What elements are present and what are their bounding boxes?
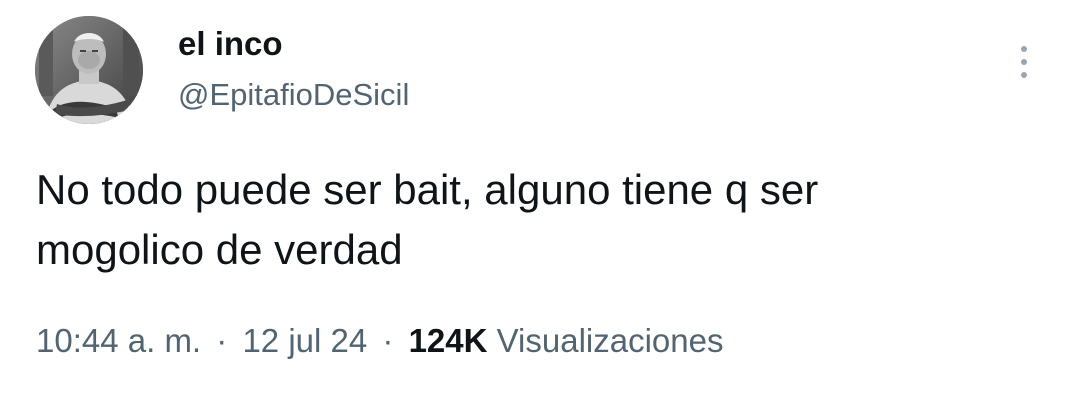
author-handle[interactable]: @EpitafioDeSicil: [178, 75, 409, 115]
avatar[interactable]: [35, 16, 143, 124]
tweet-text-line: mogolico de verdad: [36, 226, 403, 273]
tweet-text-line: No todo puede ser bait, alguno tiene q s…: [36, 166, 819, 213]
more-options-button[interactable]: [1008, 38, 1040, 86]
author-display-name[interactable]: el inco: [178, 24, 283, 64]
views-count: 124K: [408, 322, 488, 359]
tweet-meta: 10:44 a. m. · 12 jul 24 · 124K Visualiza…: [36, 318, 723, 364]
tweet-date[interactable]: 12 jul 24: [242, 322, 367, 359]
meta-separator: ·: [216, 322, 228, 359]
meta-separator: ·: [382, 322, 394, 359]
more-vertical-icon-dot: [1021, 72, 1027, 78]
tweet-text: No todo puede ser bait, alguno tiene q s…: [36, 160, 1046, 280]
avatar-image: [35, 16, 143, 124]
more-vertical-icon-dot: [1021, 59, 1027, 65]
tweet-card: el inco @EpitafioDeSicil No todo puede s…: [0, 0, 1080, 397]
views-label: Visualizaciones: [496, 322, 724, 359]
more-vertical-icon: [1021, 46, 1027, 52]
tweet-time[interactable]: 10:44 a. m.: [36, 322, 201, 359]
